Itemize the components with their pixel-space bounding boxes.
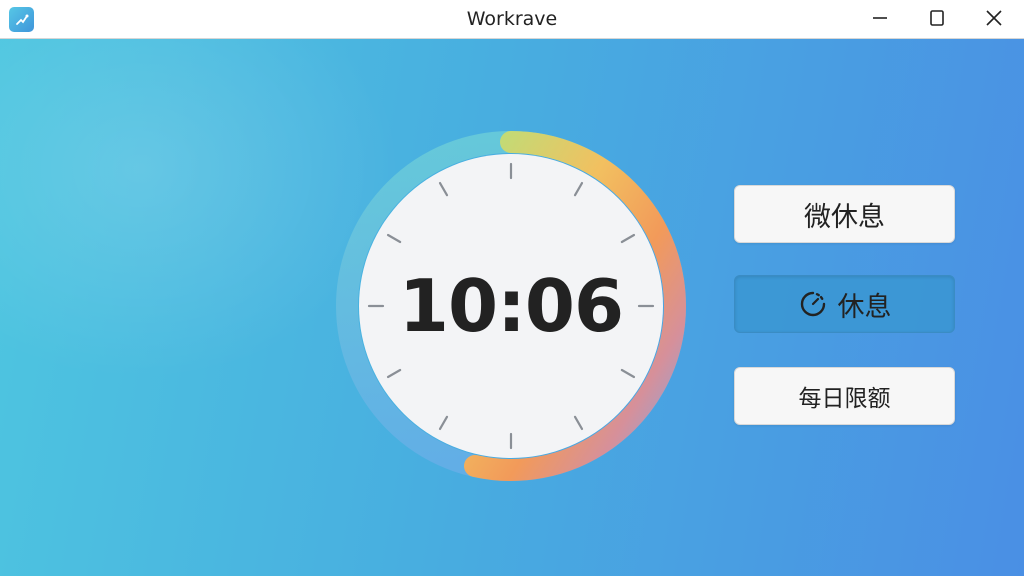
main-content: 10:06 微休息 休息 每日限额 <box>0 39 1024 576</box>
micro-break-label: 微休息 <box>804 201 885 233</box>
maximize-button[interactable] <box>909 0 965 39</box>
daily-limit-button[interactable]: 每日限额 <box>734 367 955 425</box>
daily-limit-label: 每日限额 <box>798 386 891 412</box>
timer-display: 10:06 <box>398 264 624 348</box>
minimize-icon <box>871 9 889 31</box>
minimize-button[interactable] <box>852 0 908 39</box>
break-timer: 10:06 <box>335 130 687 482</box>
workrave-window: Workrave 10:06 微休息 休息 每日限额 <box>0 0 1024 576</box>
timer-progress-icon <box>798 289 828 319</box>
rest-break-button[interactable]: 休息 <box>734 275 955 333</box>
rest-break-label: 休息 <box>837 291 892 323</box>
micro-break-button[interactable]: 微休息 <box>734 185 955 243</box>
title-bar: Workrave <box>0 0 1024 39</box>
maximize-icon <box>928 9 946 31</box>
close-button[interactable] <box>966 0 1022 39</box>
close-icon <box>985 9 1003 31</box>
